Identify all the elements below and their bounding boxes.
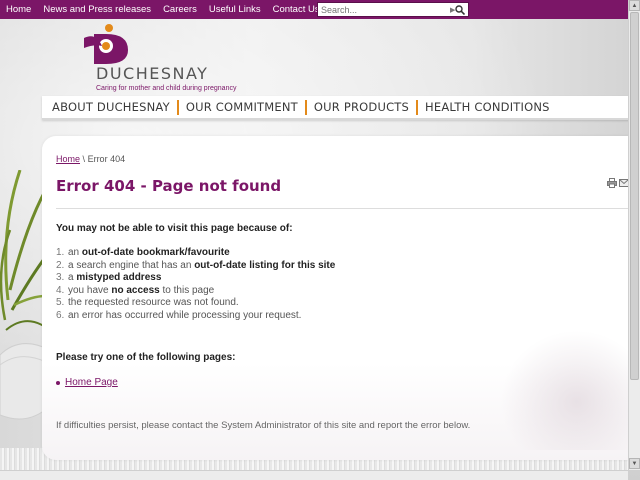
home-page-link[interactable]: Home Page (65, 377, 118, 388)
top-nav-careers[interactable]: Careers (163, 4, 197, 15)
main-menu: ABOUT DUCHESNAY OUR COMMITMENT OUR PRODU… (42, 96, 630, 120)
list-item: 3. a mistyped address (56, 272, 162, 284)
panel-decoration (500, 330, 628, 450)
breadcrumb-current: Error 404 (87, 154, 126, 164)
menu-separator (416, 99, 419, 115)
menu-separator (304, 99, 307, 115)
footer-note: If difficulties persist, please contact … (56, 420, 471, 431)
menu-separator (176, 99, 179, 115)
list-item: 5. the requested resource was not found. (56, 297, 239, 309)
top-nav-news[interactable]: News and Press releases (43, 4, 151, 15)
try-heading: Please try one of the following pages: (56, 352, 236, 363)
top-nav-home[interactable]: Home (6, 4, 31, 15)
menu-health-conditions[interactable]: HEALTH CONDITIONS (425, 100, 550, 114)
scroll-thumb[interactable] (630, 12, 639, 380)
scroll-down-icon[interactable]: ▼ (629, 458, 640, 469)
logo-mark-icon (84, 24, 128, 64)
logo-name: DUCHESNAY (96, 64, 209, 83)
top-bar: Home News and Press releases Careers Use… (0, 0, 628, 19)
reasons-list: 1. an out-of-date bookmark/favourite 2. a … (56, 247, 335, 323)
list-item: 4. you have no access to this page (56, 284, 215, 296)
search-input[interactable] (318, 3, 448, 16)
scroll-up-icon[interactable]: ▲ (629, 0, 640, 11)
search-icon[interactable] (454, 4, 466, 15)
list-item: Home Page (56, 377, 118, 388)
search-box: ▶ (317, 2, 469, 17)
breadcrumb-home[interactable]: Home (56, 154, 80, 164)
page-title: Error 404 - Page not found (56, 177, 282, 195)
duchesnay-logo[interactable]: DUCHESNAY Caring for mother and child du… (84, 24, 264, 96)
menu-our-commitment[interactable]: OUR COMMITMENT (186, 100, 298, 114)
top-nav-useful-links[interactable]: Useful Links (209, 4, 261, 15)
breadcrumb: Home \ Error 404 (56, 154, 125, 164)
vertical-scrollbar[interactable]: ▲ ▼ (628, 0, 640, 470)
page-tools (607, 178, 629, 188)
menu-about-duchesnay[interactable]: ABOUT DUCHESNAY (52, 100, 170, 114)
list-item: 6. an error has occurred while processing… (56, 309, 302, 321)
list-item: 1. an out-of-date bookmark/favourite (56, 247, 230, 258)
error-intro: You may not be able to visit this page b… (56, 223, 293, 234)
logo-tagline: Caring for mother and child during pregn… (96, 85, 237, 92)
top-nav: Home News and Press releases Careers Use… (0, 4, 332, 15)
title-divider (56, 208, 628, 209)
breadcrumb-separator: \ (82, 154, 86, 164)
menu-our-products[interactable]: OUR PRODUCTS (314, 100, 409, 114)
print-icon[interactable] (607, 178, 617, 188)
top-nav-contact[interactable]: Contact Us (273, 4, 320, 15)
list-item: 2. a search engine that has an out-of-dat… (56, 259, 336, 271)
bullet-icon (56, 380, 60, 385)
suggested-links: Home Page (56, 377, 118, 388)
horizontal-scrollbar[interactable] (0, 470, 628, 480)
